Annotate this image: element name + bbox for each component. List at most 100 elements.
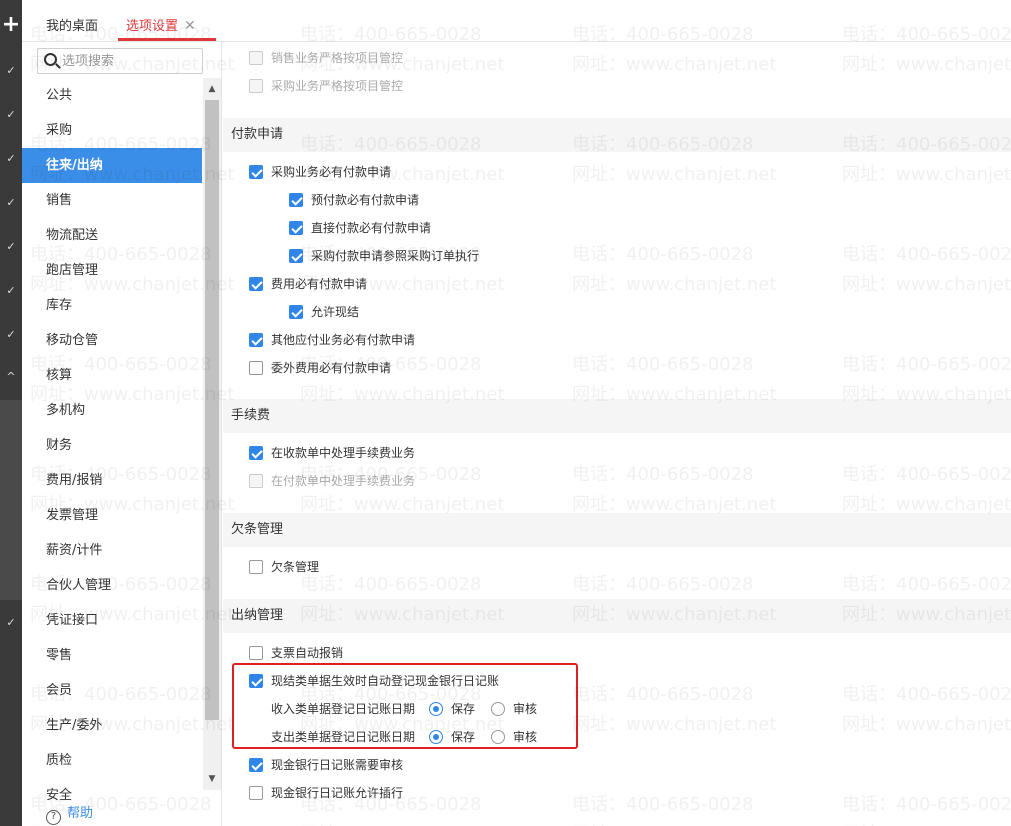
nav-item[interactable]: 会员 — [22, 673, 202, 708]
radio-button[interactable] — [429, 730, 444, 744]
option-row[interactable]: 采购付款申请参照采购订单执行 — [289, 246, 479, 266]
chevron-icon[interactable]: ✓ — [3, 108, 19, 121]
active-tab-indicator — [118, 38, 216, 41]
option-checkbox[interactable] — [249, 361, 263, 375]
radio-row-label: 收入类单据登记日记账日期 — [271, 702, 416, 716]
radio-button[interactable] — [491, 730, 506, 744]
option-row[interactable]: 现结类单据生效时自动登记现金银行日记账 — [249, 671, 499, 691]
tab-options-settings[interactable]: 选项设置 ✕ — [126, 15, 196, 34]
option-label: 现金银行日记账允许插行 — [271, 786, 404, 800]
option-search-input[interactable] — [62, 52, 198, 70]
option-row[interactable]: 其他应付业务必有付款申请 — [249, 330, 415, 350]
nav-item[interactable]: 往来/出纳 — [22, 148, 202, 183]
nav-item[interactable]: 费用/报销 — [22, 463, 202, 498]
scrollbar-thumb[interactable] — [205, 100, 219, 720]
nav-item[interactable]: 销售 — [22, 183, 202, 218]
nav-item[interactable]: 合伙人管理 — [22, 568, 202, 603]
option-checkbox[interactable] — [289, 193, 303, 207]
option-row[interactable]: 欠条管理 — [249, 557, 319, 577]
option-label: 直接付款必有付款申请 — [311, 221, 432, 235]
tab-my-desktop[interactable]: 我的桌面 — [46, 15, 98, 34]
option-checkbox[interactable] — [249, 333, 263, 347]
radio-row: 支出类单据登记日记账日期 保存 审核 — [271, 727, 537, 747]
nav-item[interactable]: 生产/委外 — [22, 708, 202, 743]
options-category-nav: 公共采购往来/出纳销售物流配送跑店管理库存移动仓管核算多机构财务费用/报销发票管… — [22, 42, 222, 826]
nav-item[interactable]: 零售 — [22, 638, 202, 673]
close-icon[interactable]: ✕ — [184, 18, 196, 34]
option-checkbox[interactable] — [249, 560, 263, 574]
nav-item[interactable]: 财务 — [22, 428, 202, 463]
nav-item[interactable]: 公共 — [22, 78, 202, 113]
radio-label: 审核 — [513, 702, 538, 716]
radio-label: 保存 — [451, 702, 476, 716]
chevron-icon[interactable]: ✓ — [3, 616, 19, 629]
nav-item[interactable]: 跑店管理 — [22, 253, 202, 288]
option-row[interactable]: 在收款单中处理手续费业务 — [249, 443, 415, 463]
option-label: 其他应付业务必有付款申请 — [271, 333, 416, 347]
option-row[interactable]: 现金银行日记账需要审核 — [249, 755, 403, 775]
nav-item[interactable]: 核算 — [22, 358, 202, 393]
nav-item[interactable]: 物流配送 — [22, 218, 202, 253]
options-settings-window: + ✓ ✓ ✓ ✓ ✓ ✓ ✓ ^ ✓ 我的桌面 选项设置 ✕ 公共采购往来/出纳… — [0, 0, 1011, 826]
chevron-icon[interactable]: ✓ — [3, 152, 19, 165]
option-checkbox[interactable] — [249, 758, 263, 772]
nav-scrollbar[interactable]: ▲ ▼ — [203, 78, 221, 790]
strip-lower — [0, 600, 22, 826]
option-checkbox — [249, 79, 263, 93]
radio-label: 审核 — [513, 730, 538, 744]
option-checkbox[interactable] — [289, 221, 303, 235]
options-content-panel: 付款申请 手续费 欠条管理 出纳管理 销售业务严格按项目管控 采购业务严格按项目管… — [223, 42, 1011, 826]
option-row[interactable]: 支票自动报销 — [249, 643, 343, 663]
radio-button[interactable] — [429, 702, 444, 716]
nav-item[interactable]: 凭证接口 — [22, 603, 202, 638]
nav-item[interactable]: 薪资/计件 — [22, 533, 202, 568]
scroll-up-icon[interactable]: ▲ — [203, 82, 221, 96]
chevron-up-icon[interactable]: ^ — [3, 370, 19, 383]
option-row[interactable]: 现金银行日记账允许插行 — [249, 783, 403, 803]
option-label: 允许现结 — [311, 305, 360, 319]
option-checkbox[interactable] — [249, 446, 263, 460]
option-checkbox[interactable] — [249, 165, 263, 179]
option-search-box[interactable] — [37, 48, 203, 74]
option-checkbox[interactable] — [289, 305, 303, 319]
nav-item[interactable]: 发票管理 — [22, 498, 202, 533]
option-row[interactable]: 允许现结 — [289, 302, 359, 322]
option-row: 销售业务严格按项目管控 — [249, 48, 403, 68]
chevron-icon[interactable]: ✓ — [3, 284, 19, 297]
nav-item[interactable]: 质检 — [22, 743, 202, 778]
option-label: 采购业务严格按项目管控 — [271, 79, 404, 93]
option-label: 支票自动报销 — [271, 646, 344, 660]
nav-item[interactable]: 多机构 — [22, 393, 202, 428]
option-label: 在收款单中处理手续费业务 — [271, 446, 416, 460]
option-label: 预付款必有付款申请 — [311, 193, 420, 207]
chevron-icon[interactable]: ✓ — [3, 196, 19, 209]
help-link[interactable]: ? 帮助 — [46, 802, 93, 825]
chevron-icon[interactable]: ✓ — [3, 328, 19, 341]
option-label: 委外费用必有付款申请 — [271, 361, 392, 375]
option-row[interactable]: 直接付款必有付款申请 — [289, 218, 431, 238]
scroll-down-icon[interactable]: ▼ — [203, 772, 221, 786]
nav-item[interactable]: 采购 — [22, 113, 202, 148]
radio-row: 收入类单据登记日记账日期 保存 审核 — [271, 699, 537, 719]
search-icon — [44, 53, 57, 66]
chevron-icon[interactable]: ✓ — [3, 64, 19, 77]
option-checkbox[interactable] — [249, 674, 263, 688]
option-checkbox[interactable] — [249, 786, 263, 800]
option-checkbox[interactable] — [289, 249, 303, 263]
nav-item[interactable]: 移动仓管 — [22, 323, 202, 358]
nav-item[interactable]: 库存 — [22, 288, 202, 323]
option-label: 欠条管理 — [271, 560, 320, 574]
option-label: 采购业务必有付款申请 — [271, 165, 392, 179]
radio-button[interactable] — [491, 702, 506, 716]
option-row[interactable]: 费用必有付款申请 — [249, 274, 367, 294]
radio-row-label: 支出类单据登记日记账日期 — [271, 730, 416, 744]
option-label: 销售业务严格按项目管控 — [271, 51, 404, 65]
plus-icon[interactable]: + — [0, 14, 22, 36]
option-checkbox[interactable] — [249, 277, 263, 291]
option-row[interactable]: 预付款必有付款申请 — [289, 190, 419, 210]
option-checkbox[interactable] — [249, 646, 263, 660]
option-row[interactable]: 委外费用必有付款申请 — [249, 358, 391, 378]
option-row[interactable]: 采购业务必有付款申请 — [249, 162, 391, 182]
option-checkbox — [249, 474, 263, 488]
chevron-icon[interactable]: ✓ — [3, 240, 19, 253]
